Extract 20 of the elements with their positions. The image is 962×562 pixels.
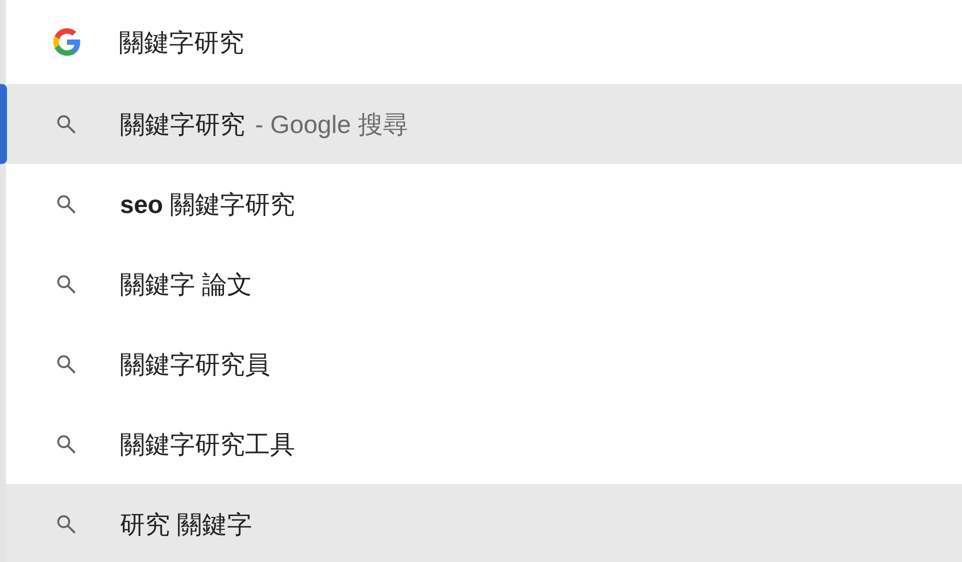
search-icon: [55, 433, 77, 455]
suggestion-item[interactable]: 關鍵字研究 - Google 搜尋: [0, 84, 962, 164]
search-icon: [55, 513, 77, 535]
search-icon: [55, 273, 77, 295]
search-input-field[interactable]: 關鍵字研究: [119, 28, 719, 56]
search-icon: [55, 353, 77, 375]
suggestion-text: 關鍵字研究員: [120, 350, 270, 380]
suggestion-text: 研究 關鍵字: [120, 510, 252, 540]
suggestion-text: 關鍵字研究工具: [120, 430, 295, 460]
google-g-icon: [52, 27, 82, 57]
suggestion-description: - Google 搜尋: [255, 110, 408, 140]
search-icon: [55, 193, 77, 215]
suggestion-item[interactable]: seo 關鍵字研究: [0, 164, 962, 244]
suggestion-item[interactable]: 關鍵字研究工具: [0, 404, 962, 484]
suggestion-item[interactable]: 關鍵字 論文: [0, 244, 962, 324]
suggestion-text: seo 關鍵字研究: [120, 190, 296, 220]
suggestion-text: 關鍵字 論文: [120, 270, 252, 300]
suggestion-item[interactable]: 關鍵字研究員: [0, 324, 962, 404]
suggestion-text: 關鍵字研究: [120, 110, 245, 140]
search-icon: [55, 113, 77, 135]
